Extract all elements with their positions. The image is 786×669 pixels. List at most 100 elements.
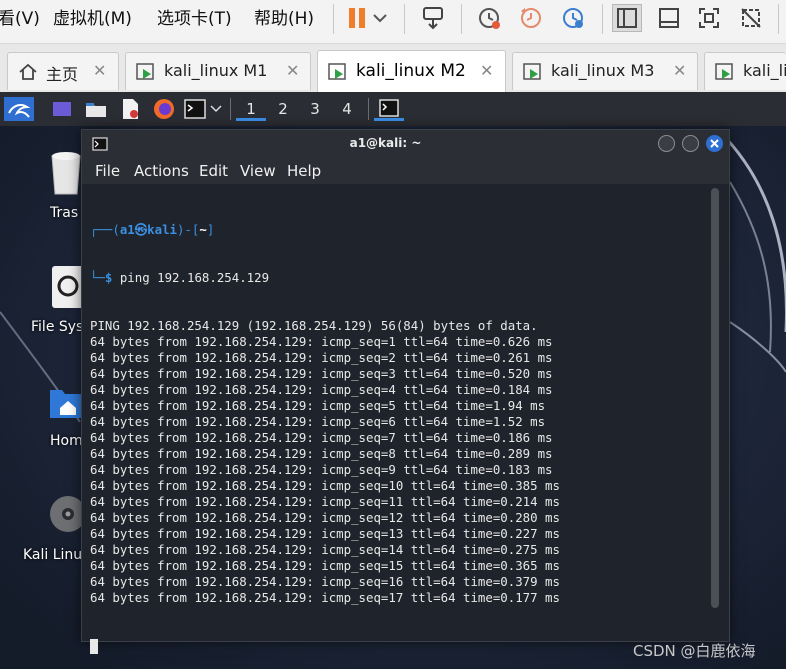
menu-edit[interactable]: Edit bbox=[199, 162, 228, 180]
text-editor-icon bbox=[123, 99, 138, 119]
panel-divider bbox=[230, 98, 231, 120]
ping-reply-line: 64 bytes from 192.168.254.129: icmp_seq=… bbox=[90, 574, 560, 589]
trash-label: Tras bbox=[50, 205, 79, 221]
revert-snapshot-button[interactable] bbox=[516, 4, 546, 32]
vm-running-icon bbox=[523, 63, 541, 80]
firefox-button[interactable] bbox=[152, 97, 176, 121]
show-desktop-button[interactable] bbox=[50, 97, 74, 121]
chevron-down-icon bbox=[373, 14, 387, 23]
maximize-button[interactable] bbox=[682, 135, 699, 152]
menu-actions[interactable]: Actions bbox=[134, 162, 189, 180]
terminal-menubar: File Actions Edit View Help bbox=[82, 158, 729, 184]
kali-menu-button[interactable] bbox=[4, 97, 34, 121]
keyboard-send-icon bbox=[423, 7, 443, 30]
fullscreen-icon bbox=[699, 8, 719, 28]
show-library-button[interactable] bbox=[612, 4, 642, 32]
toolbar-divider bbox=[333, 4, 334, 34]
csdn-watermark: CSDN @白鹿依海 bbox=[633, 642, 756, 660]
revert-clock-icon bbox=[521, 8, 541, 28]
terminal-window[interactable]: a1@kali: ~ File Actions Edit View Help ┌… bbox=[81, 129, 730, 654]
workspace-3[interactable]: 3 bbox=[300, 97, 330, 121]
ping-reply-line: 64 bytes from 192.168.254.129: icmp_seq=… bbox=[90, 366, 553, 381]
panel-divider bbox=[368, 98, 369, 120]
sidebar-layout-icon bbox=[617, 8, 637, 28]
home-label: Hom bbox=[50, 433, 83, 449]
file-manager-button[interactable] bbox=[84, 97, 108, 121]
terminal-icon bbox=[184, 99, 206, 119]
menu-tabs[interactable]: 选项卡(T) bbox=[157, 4, 232, 29]
close-icon[interactable]: ✕ bbox=[286, 61, 299, 80]
vmware-tab-bar: 主页 ✕ kali_linux M1 ✕ kali_linux M2 ✕ kal… bbox=[0, 44, 786, 92]
kali-desktop: 1 2 3 4 Tras File Sys Hom Kali Linux a1@… bbox=[0, 92, 786, 669]
menu-vm[interactable]: 虚拟机(M) bbox=[53, 4, 132, 29]
snapshot-clock-icon bbox=[479, 8, 500, 29]
desktop-icon bbox=[53, 102, 71, 116]
ping-reply-line: 64 bytes from 192.168.254.129: icmp_seq=… bbox=[90, 414, 546, 429]
tab-label: kali_linux M1 bbox=[164, 61, 268, 80]
prompt-line: ┌──(a1㉿kali)-[~] bbox=[90, 222, 215, 237]
workspace-1[interactable]: 1 bbox=[236, 97, 266, 121]
show-thumbnail-bar-button[interactable] bbox=[654, 4, 684, 32]
tab-label: kali_linux M2 bbox=[356, 61, 466, 81]
ping-output: PING 192.168.254.129 (192.168.254.129) 5… bbox=[90, 318, 710, 606]
close-button[interactable] bbox=[706, 135, 723, 152]
menu-view[interactable]: View bbox=[240, 162, 276, 180]
ping-reply-line: 64 bytes from 192.168.254.129: icmp_seq=… bbox=[90, 542, 560, 557]
ping-reply-line: 64 bytes from 192.168.254.129: icmp_seq=… bbox=[90, 446, 553, 461]
snapshot-manager-button[interactable] bbox=[558, 4, 588, 32]
vm-running-icon bbox=[136, 63, 154, 80]
ping-reply-line: 64 bytes from 192.168.254.129: icmp_seq=… bbox=[90, 350, 553, 365]
unity-mode-button[interactable] bbox=[736, 4, 766, 32]
terminal-titlebar[interactable]: a1@kali: ~ bbox=[82, 130, 729, 158]
trash-desktop-icon[interactable] bbox=[46, 150, 86, 202]
terminal-launcher-button[interactable] bbox=[184, 97, 206, 121]
menu-file[interactable]: File bbox=[95, 162, 120, 180]
close-icon bbox=[710, 139, 719, 148]
menu-view[interactable]: 看(V) bbox=[0, 4, 40, 29]
filesystem-label: File Sys bbox=[31, 319, 84, 335]
power-dropdown-button[interactable] bbox=[370, 4, 390, 32]
ping-reply-line: 64 bytes from 192.168.254.129: icmp_seq=… bbox=[90, 478, 560, 493]
tab-home[interactable]: 主页 ✕ bbox=[7, 52, 119, 90]
prompt-host: kali bbox=[147, 222, 177, 237]
toolbar-divider bbox=[404, 4, 405, 34]
workspace-2[interactable]: 2 bbox=[268, 97, 298, 121]
ping-reply-line: 64 bytes from 192.168.254.129: icmp_seq=… bbox=[90, 398, 546, 413]
pause-icon bbox=[349, 8, 365, 28]
take-snapshot-button[interactable] bbox=[474, 4, 504, 32]
command-line: └─$ ping 192.168.254.129 bbox=[90, 270, 270, 285]
kali-top-panel: 1 2 3 4 bbox=[0, 92, 786, 126]
ping-reply-line: 64 bytes from 192.168.254.129: icmp_seq=… bbox=[90, 494, 560, 509]
terminal-output[interactable]: ┌──(a1㉿kali)-[~] └─$ ping 192.168.254.12… bbox=[90, 190, 710, 669]
close-icon[interactable]: ✕ bbox=[673, 61, 686, 80]
terminal-title: a1@kali: ~ bbox=[349, 136, 422, 150]
minimize-button[interactable] bbox=[658, 135, 675, 152]
tab-kali-m1[interactable]: kali_linux M1 ✕ bbox=[125, 52, 311, 90]
ping-reply-line: 64 bytes from 192.168.254.129: icmp_seq=… bbox=[90, 510, 560, 525]
terminal-scrollbar[interactable] bbox=[711, 188, 719, 608]
close-icon[interactable]: ✕ bbox=[480, 61, 493, 80]
launcher-dropdown-button[interactable] bbox=[208, 97, 224, 121]
folder-icon bbox=[86, 103, 106, 117]
vmware-menubar: 看(V) 虚拟机(M) 选项卡(T) 帮助(H) bbox=[0, 0, 786, 44]
tab-kali-m3[interactable]: kali_linux M3 ✕ bbox=[512, 52, 698, 90]
tab-kali-m4[interactable]: kali_lin bbox=[704, 52, 786, 90]
tab-label: kali_linux M3 bbox=[551, 61, 655, 80]
text-cursor bbox=[90, 639, 98, 654]
close-icon[interactable]: ✕ bbox=[93, 61, 106, 80]
toolbar-divider bbox=[602, 4, 603, 34]
prompt-dir: ~ bbox=[199, 222, 207, 237]
workspace-4[interactable]: 4 bbox=[332, 97, 362, 121]
menu-help[interactable]: 帮助(H) bbox=[254, 4, 314, 29]
ping-reply-line: 64 bytes from 192.168.254.129: icmp_seq=… bbox=[90, 382, 553, 397]
tab-label: kali_lin bbox=[743, 61, 786, 80]
vm-running-icon bbox=[328, 63, 346, 80]
text-editor-button[interactable] bbox=[118, 97, 142, 121]
trash-icon bbox=[51, 152, 81, 195]
pause-vm-button[interactable] bbox=[342, 4, 372, 32]
menu-help[interactable]: Help bbox=[287, 162, 321, 180]
send-ctrl-alt-del-button[interactable] bbox=[418, 4, 448, 32]
tab-kali-m2[interactable]: kali_linux M2 ✕ bbox=[317, 50, 506, 92]
full-screen-button[interactable] bbox=[694, 4, 724, 32]
taskbar-terminal-window[interactable] bbox=[374, 97, 404, 121]
